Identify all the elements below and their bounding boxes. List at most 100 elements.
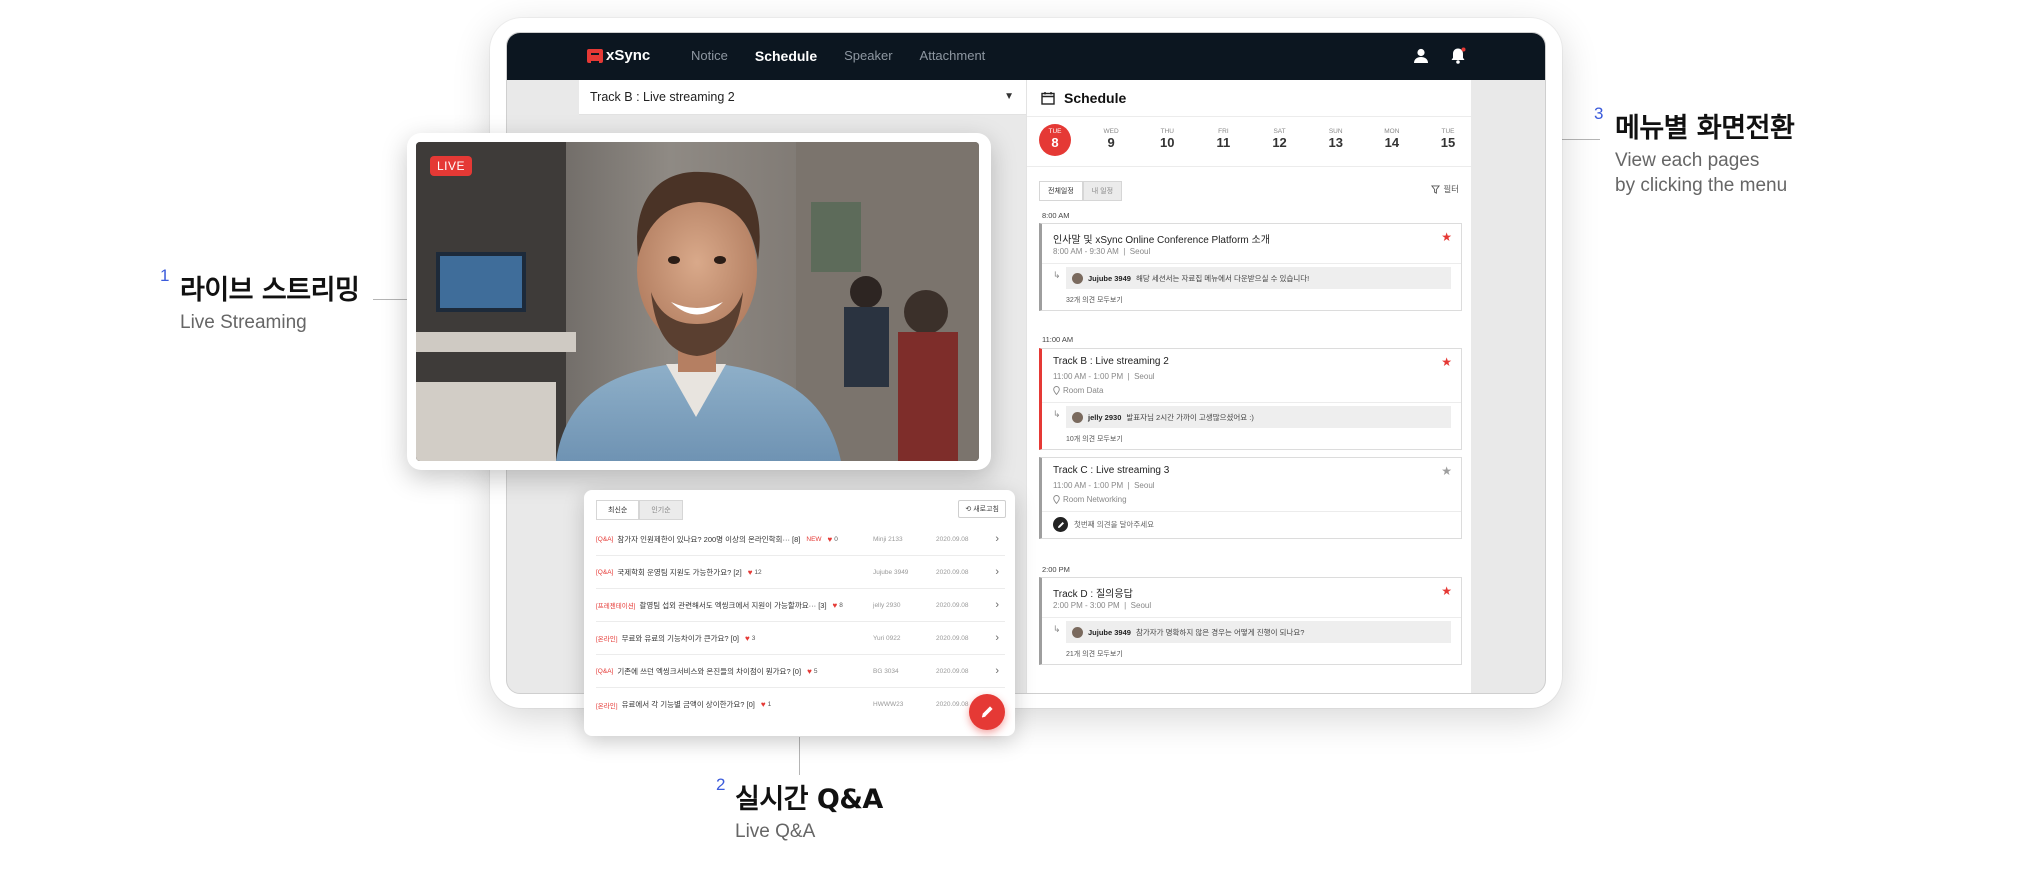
qa-category: [Q&A]	[596, 667, 614, 675]
qa-list-item[interactable]: [Q&A] 국제학회 운영팀 지원도 가능한가요? [2] ♥ 12 Jujub…	[596, 556, 1005, 589]
view-comments-link[interactable]: 21개 의견 모두보기	[1066, 649, 1123, 659]
live-video-card: LIVE	[407, 133, 991, 470]
divider	[1042, 511, 1461, 512]
time-label: 2:00 PM	[1042, 565, 1070, 574]
tab-all-schedule[interactable]: 전체일정	[1039, 181, 1083, 201]
qa-list-item[interactable]: [Q&A] 참가자 인원제한이 있나요? 200명 이상의 온라인학회··· […	[596, 523, 1005, 556]
reply-arrow-icon: ↳	[1053, 270, 1061, 280]
heart-icon: ♥	[827, 534, 833, 544]
star-icon[interactable]: ★	[1441, 584, 1452, 598]
annotation-leader-line	[799, 737, 800, 775]
heart-icon: ♥	[745, 633, 750, 643]
session-card[interactable]: Track C : Live streaming 3 11:00 AM - 1:…	[1039, 457, 1462, 539]
nav-item-schedule[interactable]: Schedule	[755, 48, 817, 64]
divider	[1042, 263, 1461, 264]
divider	[1027, 116, 1471, 117]
refresh-icon: ⟲	[965, 506, 972, 513]
session-card[interactable]: Track D : 질의응답 2:00 PM - 3:00 PM | Seoul…	[1039, 577, 1462, 665]
qa-category: [Q&A]	[596, 535, 614, 543]
session-card[interactable]: Track B : Live streaming 2 11:00 AM - 1:…	[1039, 348, 1462, 450]
day-tue-8[interactable]: TUE 8	[1039, 124, 1071, 156]
session-card[interactable]: 인사말 및 xSync Online Conference Platform 소…	[1039, 223, 1462, 311]
pencil-icon	[981, 706, 993, 718]
qa-panel: 최신순 인기순 ⟲ 새로고침 [Q&A] 참가자 인원제한이 있나요? 200명…	[584, 490, 1015, 736]
day-mon-14[interactable]: MON 14	[1376, 124, 1408, 156]
qa-question: 무료와 유료의 기능차이가 큰가요? [0]	[621, 633, 740, 643]
nav-menu: Notice Schedule Speaker Attachment	[691, 48, 985, 64]
view-comments-link[interactable]: 32개 의견 모두보기	[1066, 295, 1123, 305]
nav-item-notice[interactable]: Notice	[691, 48, 728, 64]
day-thu-10[interactable]: THU 10	[1151, 124, 1183, 156]
session-meta: 2:00 PM - 3:00 PM | Seoul	[1053, 601, 1152, 610]
annotation-subtitle: Live Streaming	[180, 312, 307, 333]
refresh-button[interactable]: ⟲ 새로고침	[958, 500, 1006, 518]
write-comment-button[interactable]: 첫번째 의견을 달아주세요	[1053, 517, 1154, 532]
navbar: xSync Notice Schedule Speaker Attachment	[507, 33, 1545, 80]
session-room: Room Networking	[1053, 495, 1127, 504]
track-select[interactable]: Track B : Live streaming 2 ▼	[579, 80, 1026, 115]
session-meta: 11:00 AM - 1:00 PM | Seoul	[1053, 481, 1155, 490]
divider	[1042, 617, 1461, 618]
schedule-filter-tabs: 전체일정 내 일정	[1039, 181, 1123, 201]
video-frame-image	[416, 142, 979, 461]
track-select-value: Track B : Live streaming 2	[590, 90, 735, 104]
live-video-player[interactable]: LIVE	[416, 142, 979, 461]
annotation-number: 3	[1594, 104, 1604, 123]
star-icon[interactable]: ★	[1441, 464, 1452, 478]
comment-user: Jujube 3949	[1088, 627, 1131, 637]
pencil-icon	[1053, 517, 1068, 532]
day-wed-9[interactable]: WED 9	[1095, 124, 1127, 156]
tab-my-schedule[interactable]: 내 일정	[1082, 181, 1123, 201]
avatar	[1072, 411, 1083, 423]
chevron-down-icon: ▼	[1004, 91, 1014, 102]
qa-date: 2020.09.08	[936, 568, 969, 576]
divider	[1042, 402, 1461, 403]
day-sun-13[interactable]: SUN 13	[1320, 124, 1352, 156]
avatar	[1072, 272, 1083, 284]
write-question-button[interactable]	[969, 694, 1005, 730]
session-meta: 11:00 AM - 1:00 PM | Seoul	[1053, 372, 1155, 381]
chevron-right-icon: ›	[995, 533, 999, 545]
star-icon[interactable]: ★	[1441, 355, 1452, 369]
filter-button[interactable]: 필터	[1431, 183, 1459, 195]
view-comments-link[interactable]: 10개 의견 모두보기	[1066, 434, 1123, 444]
bell-icon[interactable]	[1448, 46, 1468, 66]
user-icon[interactable]	[1411, 46, 1431, 66]
qa-author: jelly 2930	[873, 601, 901, 609]
qa-likes: 5	[813, 667, 818, 675]
reply-arrow-icon: ↳	[1053, 624, 1061, 634]
comment-preview: Jujube 3949 해당 세션서는 자료집 메뉴에서 다운받으실 수 있습니…	[1066, 267, 1451, 289]
reply-arrow-icon: ↳	[1053, 409, 1061, 419]
day-tue-15[interactable]: TUE 15	[1432, 124, 1464, 156]
logo[interactable]: xSync	[587, 47, 650, 64]
tab-latest[interactable]: 최신순	[596, 500, 640, 520]
pin-icon	[1053, 495, 1060, 504]
qa-list-item[interactable]: [프레젠테이션] 촬영팀 섭외 관련해서도 엑씽크에서 지원이 가능할까요···…	[596, 589, 1005, 622]
qa-list-item[interactable]: [온라인] 무료와 유료의 기능차이가 큰가요? [0] ♥ 3 Yuri 09…	[596, 622, 1005, 655]
star-icon[interactable]: ★	[1441, 230, 1452, 244]
qa-date: 2020.09.08	[936, 535, 969, 543]
session-title: Track D : 질의응답	[1053, 589, 1133, 600]
time-label: 8:00 AM	[1042, 211, 1070, 220]
qa-list-item[interactable]: [Q&A] 기존에 쓰던 엑씽크서비스와 온진들의 차이점이 뭔가요? [0] …	[596, 655, 1005, 688]
annotation-number: 2	[716, 775, 726, 794]
annotation-leader-line	[373, 299, 407, 300]
qa-author: Jujube 3949	[873, 568, 909, 576]
chevron-right-icon: ›	[995, 665, 999, 677]
qa-category: [온라인]	[596, 702, 618, 710]
nav-item-attachment[interactable]: Attachment	[920, 48, 986, 64]
day-sat-12[interactable]: SAT 12	[1264, 124, 1296, 156]
tab-popular[interactable]: 인기순	[639, 500, 683, 520]
qa-author: HWWW23	[873, 701, 904, 708]
qa-list-item[interactable]: [온라인] 유료에서 각 기능별 금액이 상이한가요? [0] ♥ 1 HWWW…	[596, 688, 1005, 721]
day-fri-11[interactable]: FRI 11	[1207, 124, 1239, 156]
nav-item-speaker[interactable]: Speaker	[844, 48, 892, 64]
annotation-title: 실시간 Q&A	[735, 784, 883, 815]
logo-text: xSync	[606, 47, 651, 64]
session-room: Room Data	[1053, 386, 1103, 395]
filter-icon	[1431, 184, 1441, 194]
qa-question: 국제학회 운영팀 지원도 가능한가요? [2]	[617, 567, 742, 577]
heart-icon: ♥	[832, 600, 838, 610]
qa-date: 2020.09.08	[936, 667, 969, 675]
filter-label: 필터	[1443, 184, 1459, 194]
